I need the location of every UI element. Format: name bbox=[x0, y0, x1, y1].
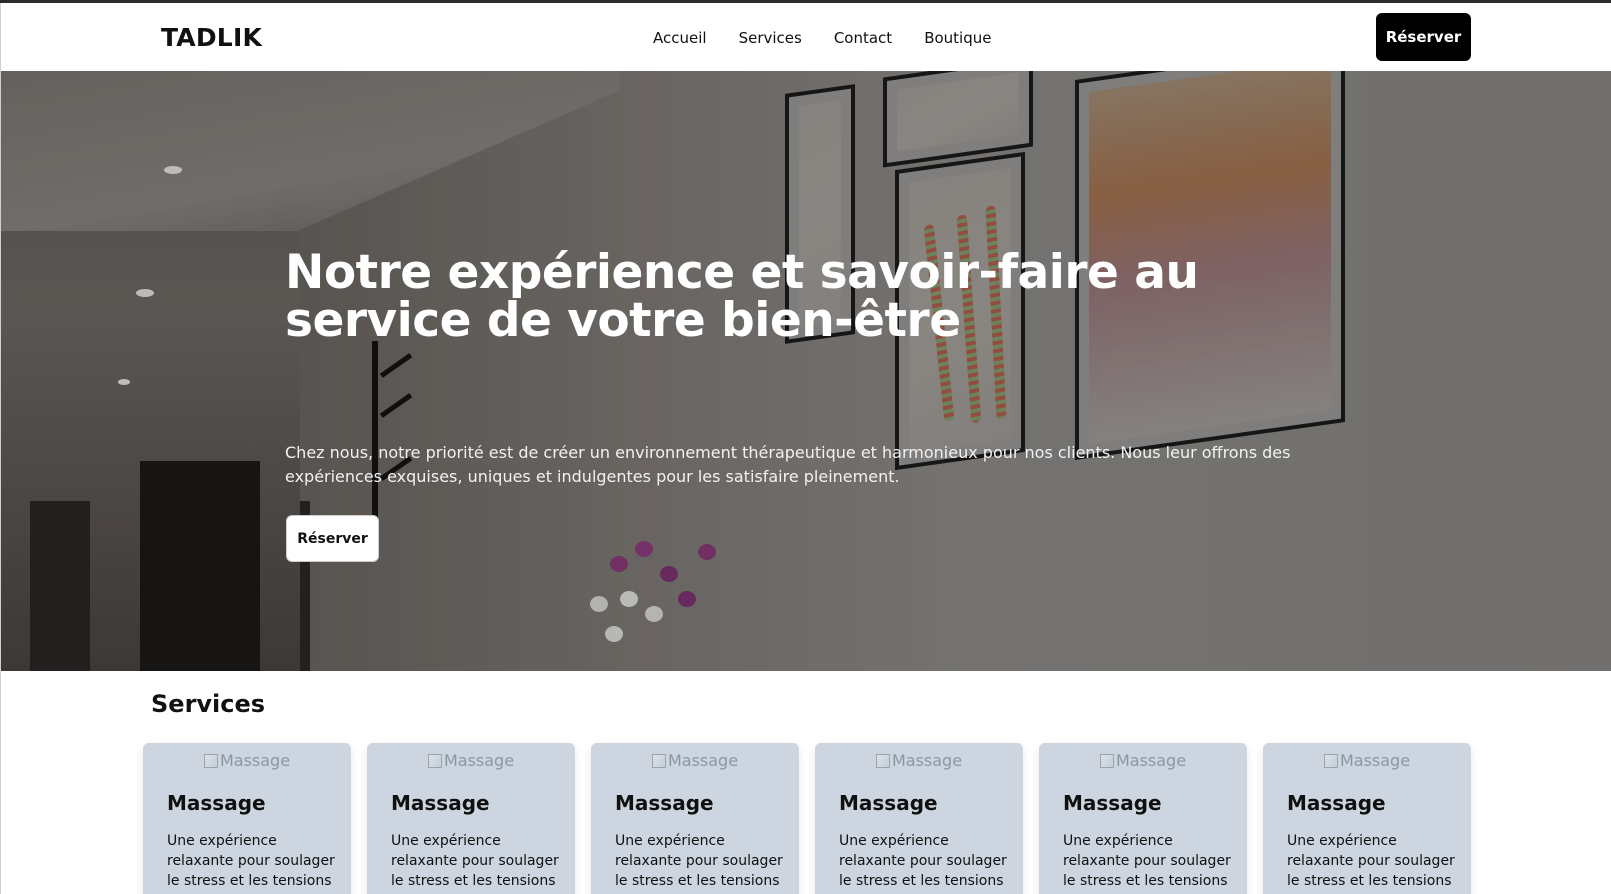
service-card-text: Une expérience relaxante pour soulager l… bbox=[615, 833, 783, 889]
nav-link-contact[interactable]: Contact bbox=[834, 29, 892, 47]
service-card-title: Massage bbox=[1063, 791, 1162, 815]
services-card-list: Massage Massage Une expérience relaxante… bbox=[143, 743, 1471, 894]
main-nav: Accueil Services Contact Boutique bbox=[653, 29, 1023, 47]
service-card-image: Massage bbox=[143, 751, 351, 770]
hero-section: Notre expérience et savoir-faire au serv… bbox=[0, 71, 1611, 671]
window-left-border bbox=[0, 71, 1, 894]
nav-link-services[interactable]: Services bbox=[739, 29, 802, 47]
service-card-title: Massage bbox=[167, 791, 266, 815]
service-card[interactable]: Massage Massage Une expérience relaxante… bbox=[143, 743, 351, 894]
service-card-image-alt: Massage bbox=[667, 751, 739, 770]
service-card-image: Massage bbox=[815, 751, 1023, 770]
service-card-image: Massage bbox=[367, 751, 575, 770]
broken-image-icon bbox=[1323, 754, 1338, 768]
site-logo[interactable]: TADLIK bbox=[161, 23, 262, 52]
service-card-text: Une expérience relaxante pour soulager l… bbox=[167, 833, 335, 889]
service-card-image: Massage bbox=[1039, 751, 1247, 770]
service-card-image: Massage bbox=[591, 751, 799, 770]
service-card[interactable]: Massage Massage Une expérience relaxante… bbox=[367, 743, 575, 894]
service-card-image-alt: Massage bbox=[443, 751, 515, 770]
service-card-text: Une expérience relaxante pour soulager l… bbox=[1287, 833, 1455, 889]
broken-image-icon bbox=[1099, 754, 1114, 768]
service-card[interactable]: Massage Massage Une expérience relaxante… bbox=[815, 743, 1023, 894]
service-card-title: Massage bbox=[391, 791, 490, 815]
hero-subtitle: Chez nous, notre priorité est de créer u… bbox=[285, 443, 1291, 486]
service-card-image: Massage bbox=[1263, 751, 1471, 770]
broken-image-icon bbox=[651, 754, 666, 768]
service-card[interactable]: Massage Massage Une expérience relaxante… bbox=[1263, 743, 1471, 894]
service-card-title: Massage bbox=[839, 791, 938, 815]
services-heading: Services bbox=[151, 690, 266, 718]
nav-link-boutique[interactable]: Boutique bbox=[924, 29, 991, 47]
broken-image-icon bbox=[875, 754, 890, 768]
service-card[interactable]: Massage Massage Une expérience relaxante… bbox=[591, 743, 799, 894]
service-card-image-alt: Massage bbox=[891, 751, 963, 770]
service-card-title: Massage bbox=[1287, 791, 1386, 815]
broken-image-icon bbox=[203, 754, 218, 768]
service-card[interactable]: Massage Massage Une expérience relaxante… bbox=[1039, 743, 1247, 894]
header-reserve-button[interactable]: Réserver bbox=[1376, 13, 1471, 61]
service-card-image-alt: Massage bbox=[1339, 751, 1411, 770]
broken-image-icon bbox=[427, 754, 442, 768]
nav-link-accueil[interactable]: Accueil bbox=[653, 29, 707, 47]
service-card-text: Une expérience relaxante pour soulager l… bbox=[839, 833, 1007, 889]
service-card-text: Une expérience relaxante pour soulager l… bbox=[1063, 833, 1231, 889]
service-card-image-alt: Massage bbox=[219, 751, 291, 770]
service-card-image-alt: Massage bbox=[1115, 751, 1187, 770]
hero-title: Notre expérience et savoir-faire au serv… bbox=[285, 245, 1199, 348]
hero-reserve-button[interactable]: Réserver bbox=[286, 515, 379, 562]
site-header: TADLIK Accueil Services Contact Boutique… bbox=[0, 3, 1611, 71]
service-card-title: Massage bbox=[615, 791, 714, 815]
page: TADLIK Accueil Services Contact Boutique… bbox=[0, 0, 1611, 894]
service-card-text: Une expérience relaxante pour soulager l… bbox=[391, 833, 559, 889]
